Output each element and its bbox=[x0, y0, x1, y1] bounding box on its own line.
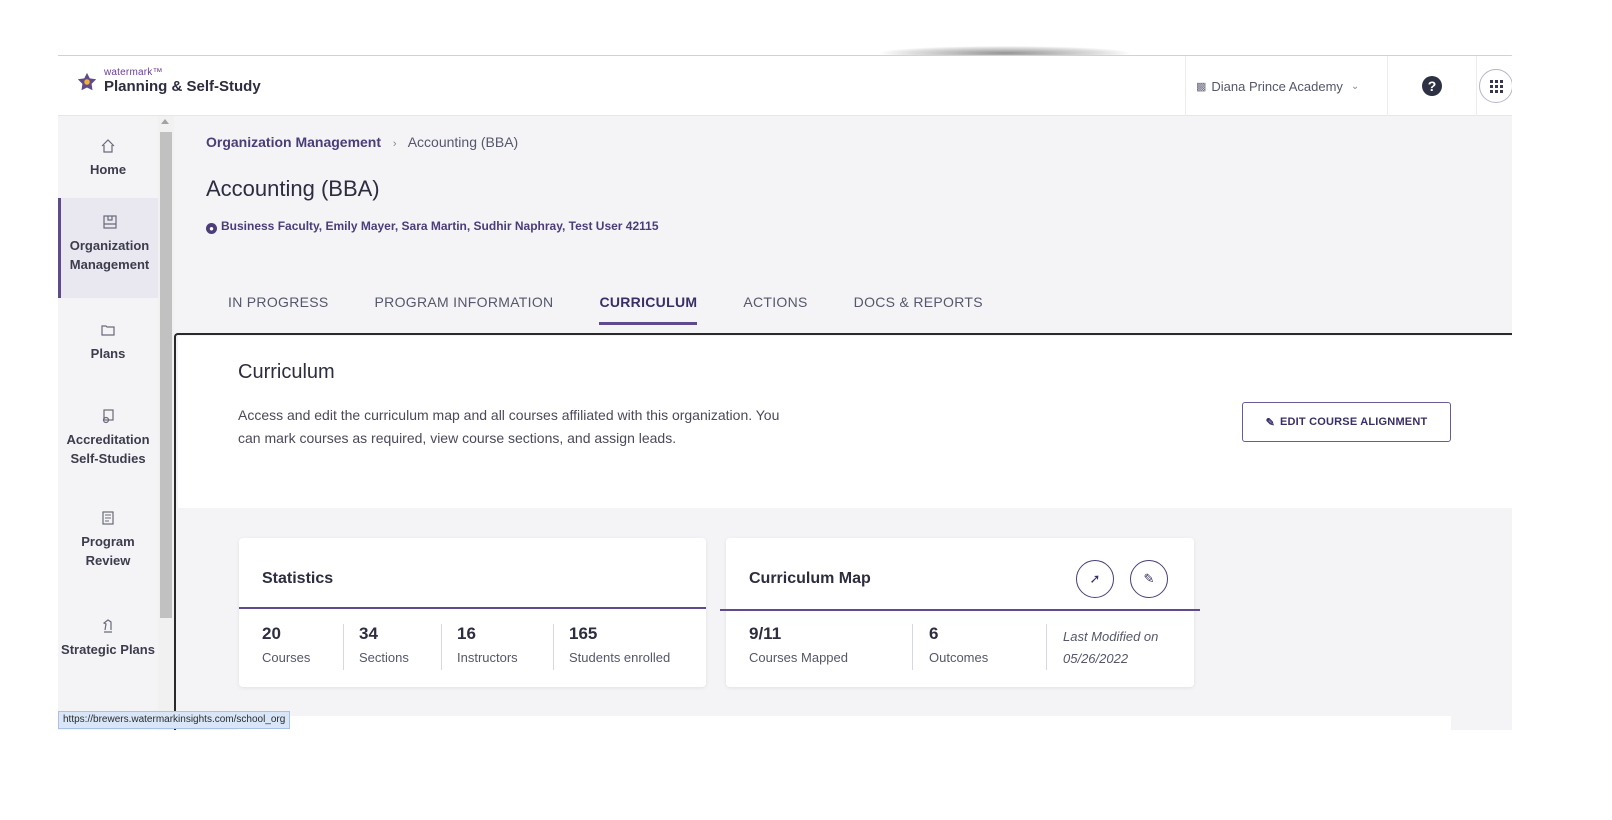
app-launcher-button[interactable] bbox=[1479, 69, 1512, 103]
organization-switch-icon: ▩ bbox=[1196, 80, 1207, 93]
curriculum-map-divider bbox=[720, 609, 1200, 611]
stat-courses-mapped: 9/11 Courses Mapped bbox=[749, 624, 848, 665]
stat-value: 16 bbox=[457, 624, 476, 643]
stat-label: Students enrolled bbox=[569, 650, 671, 665]
stat-separator bbox=[912, 624, 913, 670]
app-grid-icon bbox=[1489, 79, 1503, 93]
breadcrumb-separator-icon: › bbox=[392, 138, 397, 150]
tab-program-information[interactable]: PROGRAM INFORMATION bbox=[375, 284, 554, 324]
organization-switcher[interactable]: ▩ Diana Prince Academy ⌄ bbox=[1185, 56, 1359, 116]
last-modified: Last Modified on 05/26/2022 bbox=[1063, 626, 1158, 670]
page-title: Accounting (BBA) bbox=[206, 176, 380, 201]
stat-value: 6 bbox=[929, 624, 939, 643]
brand-small-text: watermark™ bbox=[104, 67, 163, 78]
last-modified-date: 05/26/2022 bbox=[1063, 651, 1129, 666]
stat-instructors: 16 Instructors bbox=[457, 624, 518, 665]
sidebar-nav: Home Organization Management Plans Accre… bbox=[58, 116, 158, 730]
stat-separator bbox=[343, 624, 344, 670]
pencil-icon: ✎ bbox=[1265, 416, 1275, 429]
breadcrumb-root-link[interactable]: Organization Management bbox=[206, 134, 381, 150]
statistics-divider bbox=[239, 607, 706, 609]
sidebar-item-label: Home bbox=[89, 162, 127, 177]
organization-name: Diana Prince Academy bbox=[1211, 78, 1343, 94]
program-owners[interactable]: ● Business Faculty, Emily Mayer, Sara Mar… bbox=[206, 219, 659, 234]
breadcrumb: Organization Management › Accounting (BB… bbox=[206, 134, 518, 150]
stat-courses: 20 Courses bbox=[262, 624, 310, 665]
sidebar-item-label: Organization Management bbox=[69, 238, 150, 272]
share-curriculum-map-button[interactable]: ➚ bbox=[1076, 560, 1114, 598]
sidebar-item-accreditation[interactable]: Accreditation Self-Studies bbox=[58, 408, 158, 468]
pencil-icon: ✎ bbox=[1143, 571, 1155, 586]
stat-value: 165 bbox=[569, 624, 598, 643]
folder-icon bbox=[101, 325, 115, 336]
edit-curriculum-map-button[interactable]: ✎ bbox=[1130, 560, 1168, 598]
stat-outcomes: 6 Outcomes bbox=[929, 624, 988, 665]
curriculum-map-card: Curriculum Map ➚ ✎ 9/11 Courses Mapped 6… bbox=[720, 538, 1200, 687]
sidebar-item-organization-management[interactable]: Organization Management bbox=[58, 198, 158, 298]
sidebar-item-label: Program Review bbox=[81, 534, 135, 568]
scroll-up-arrow-icon[interactable] bbox=[161, 119, 169, 124]
program-tabs: IN PROGRESS PROGRAM INFORMATION CURRICUL… bbox=[228, 284, 1029, 325]
stat-label: Courses bbox=[262, 650, 311, 665]
help-button[interactable]: ? bbox=[1387, 56, 1477, 116]
sidebar-item-plans[interactable]: Plans bbox=[58, 322, 158, 363]
tab-docs-reports[interactable]: DOCS & REPORTS bbox=[854, 284, 983, 324]
help-icon: ? bbox=[1422, 76, 1442, 96]
stat-students-enrolled: 165 Students enrolled bbox=[569, 624, 670, 665]
watermark-logo-icon bbox=[77, 72, 97, 91]
sidebar-item-label: Plans bbox=[90, 346, 126, 361]
app-window: watermark™ Planning & Self-Study ▩ Diana… bbox=[58, 56, 1512, 730]
sidebar-item-home[interactable]: Home bbox=[58, 138, 158, 179]
stat-separator bbox=[441, 624, 442, 670]
stat-label: Instructors bbox=[457, 650, 518, 665]
sidebar-item-strategic-plans[interactable]: Strategic Plans bbox=[58, 618, 158, 659]
statistics-card: Statistics 20 Courses 34 Sections 16 Ins… bbox=[239, 538, 706, 687]
stat-separator bbox=[553, 624, 554, 670]
edit-course-alignment-button[interactable]: ✎ EDIT COURSE ALIGNMENT bbox=[1242, 402, 1451, 442]
tab-in-progress[interactable]: IN PROGRESS bbox=[228, 284, 329, 324]
tab-actions[interactable]: ACTIONS bbox=[743, 284, 807, 324]
chess-knight-icon bbox=[102, 619, 112, 633]
last-modified-label: Last Modified on bbox=[1063, 629, 1159, 644]
brand-product-name: Planning & Self-Study bbox=[104, 78, 261, 95]
edit-course-alignment-label: EDIT COURSE ALIGNMENT bbox=[1280, 416, 1428, 428]
stat-value: 20 bbox=[262, 624, 281, 643]
document-badge-icon bbox=[102, 409, 114, 424]
next-section-edge bbox=[238, 716, 1451, 730]
home-icon bbox=[101, 139, 115, 153]
organization-icon bbox=[102, 215, 117, 229]
review-document-icon bbox=[102, 511, 114, 525]
tab-curriculum[interactable]: CURRICULUM bbox=[599, 284, 698, 325]
share-arrow-icon: ➚ bbox=[1089, 571, 1101, 586]
curriculum-description: Access and edit the curriculum map and a… bbox=[238, 407, 780, 446]
stat-value: 34 bbox=[359, 624, 378, 643]
owners-info-icon: ● bbox=[206, 223, 217, 234]
curriculum-map-title: Curriculum Map bbox=[749, 570, 871, 587]
sidebar-item-label: Strategic Plans bbox=[61, 642, 155, 657]
sidebar-item-label: Accreditation Self-Studies bbox=[66, 432, 150, 466]
stat-sections: 34 Sections bbox=[359, 624, 409, 665]
stat-label: Sections bbox=[359, 650, 409, 665]
stat-label: Courses Mapped bbox=[749, 650, 848, 665]
status-bar-url: https://brewers.watermarkinsights.com/sc… bbox=[58, 711, 291, 729]
sidebar-item-program-review[interactable]: Program Review bbox=[58, 510, 158, 570]
top-header: watermark™ Planning & Self-Study ▩ Diana… bbox=[58, 56, 1512, 116]
sidebar-scrollbar-thumb[interactable] bbox=[160, 132, 172, 618]
owners-list: Business Faculty, Emily Mayer, Sara Mart… bbox=[221, 219, 659, 233]
curriculum-title: Curriculum bbox=[238, 361, 335, 383]
stat-value: 9/11 bbox=[749, 624, 782, 643]
brand-logo[interactable]: watermark™ Planning & Self-Study bbox=[76, 68, 261, 96]
statistics-title: Statistics bbox=[262, 570, 334, 587]
chevron-down-icon: ⌄ bbox=[1350, 80, 1360, 92]
stat-separator bbox=[1046, 624, 1047, 670]
stat-label: Outcomes bbox=[929, 650, 989, 665]
breadcrumb-current: Accounting (BBA) bbox=[407, 134, 519, 150]
